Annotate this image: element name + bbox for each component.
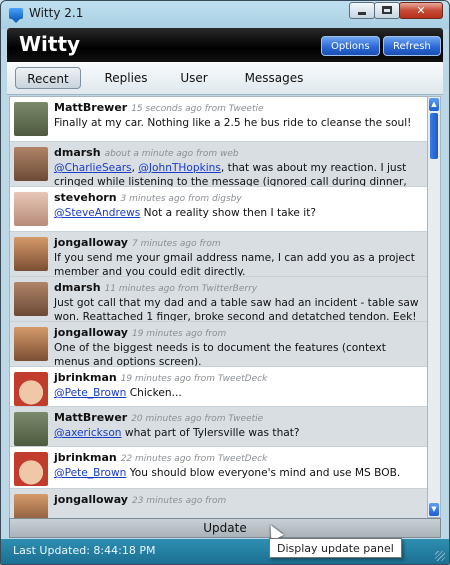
tweet-username[interactable]: jbrinkman (54, 371, 117, 384)
minimize-button[interactable] (349, 2, 375, 19)
avatar[interactable] (14, 327, 48, 361)
avatar[interactable] (14, 282, 48, 316)
resize-grip-icon[interactable] (435, 551, 445, 561)
tweet-scrollbar[interactable]: ▲ ▼ (427, 96, 441, 518)
brand-title: Witty (19, 32, 81, 56)
tweet-meta: 20 minutes ago from Tweetie (131, 414, 264, 424)
tweet-username[interactable]: dmarsh (54, 146, 101, 159)
app-header: Witty Options Refresh (7, 28, 443, 62)
tweet-username[interactable]: jongalloway (54, 493, 128, 506)
minimize-icon (358, 12, 366, 15)
tweet-text: @axerickson what part of Tylersville was… (54, 426, 420, 440)
window-controls: ✕ (349, 2, 443, 19)
tweet-text: @Pete_Brown Chicken... (54, 386, 420, 400)
tweet-text: Just got call that my dad and a table sa… (54, 297, 419, 322)
mention-link[interactable]: @SteveAndrews (54, 207, 140, 219)
tweet-text: If you send me your gmail address name, … (54, 252, 415, 277)
mention-link[interactable]: @Pete_Brown (54, 387, 126, 399)
tweet-body: Not a reality show then I take it? (143, 207, 316, 219)
tweet-text: @Pete_Brown You should blow everyone's m… (54, 466, 420, 480)
scroll-down-button[interactable]: ▼ (429, 503, 439, 516)
tweet-item[interactable]: dmarsh 11 minutes ago from TwitterBerry J… (10, 277, 428, 322)
tweet-username[interactable]: MattBrewer (54, 411, 127, 424)
app-window: Witty 2.1 ✕ Witty Options Refresh Recent… (0, 0, 450, 565)
avatar[interactable] (14, 412, 48, 446)
avatar[interactable] (14, 494, 48, 519)
tab-bar: Recent Replies User Messages (7, 62, 443, 95)
tweet-item[interactable]: jongalloway 23 minutes ago from (10, 489, 428, 519)
scroll-thumb[interactable] (430, 113, 438, 159)
tweet-meta: 19 minutes ago from TweetDeck (120, 374, 268, 384)
tweet-body: You should blow everyone's mind and use … (129, 467, 401, 479)
tweet-body: Chicken... (129, 387, 182, 399)
avatar[interactable] (14, 452, 48, 486)
avatar[interactable] (14, 102, 48, 136)
avatar[interactable] (14, 372, 48, 406)
last-updated-text: Last Updated: 8:44:18 PM (13, 544, 156, 557)
tweet-item[interactable]: jongalloway 19 minutes ago from One of th… (10, 322, 428, 367)
tweet-item[interactable]: jbrinkman 22 minutes ago from TweetDeck @… (10, 447, 428, 489)
tweet-username[interactable]: MattBrewer (54, 101, 127, 114)
tweet-text: @CharlieSears, @JohnTHopkins, that was a… (54, 161, 420, 186)
update-button[interactable]: Update (9, 518, 441, 538)
tweet-text: One of the biggest needs is to document … (54, 342, 386, 367)
tweet-item[interactable]: dmarsh about a minute ago from web @Charl… (10, 142, 428, 187)
tweet-username[interactable]: jbrinkman (54, 451, 117, 464)
tweet-meta: 23 minutes ago from (131, 496, 227, 506)
window-title: Witty 2.1 (29, 6, 84, 20)
tweet-item[interactable]: jbrinkman 19 minutes ago from TweetDeck @… (10, 367, 428, 407)
tweet-text: @SteveAndrews Not a reality show then I … (54, 206, 420, 220)
avatar[interactable] (14, 192, 48, 226)
tab-recent[interactable]: Recent (15, 67, 81, 89)
scroll-up-button[interactable]: ▲ (429, 98, 439, 111)
tweet-item[interactable]: MattBrewer 15 seconds ago from Tweetie Fi… (10, 97, 428, 142)
tweet-meta: 11 minutes ago from TwitterBerry (104, 284, 258, 294)
tweet-meta: 3 minutes ago from digsby (120, 194, 242, 204)
maximize-button[interactable] (374, 2, 400, 19)
close-button[interactable]: ✕ (399, 2, 443, 19)
tab-user[interactable]: User (171, 67, 217, 89)
tweet-username[interactable]: dmarsh (54, 281, 101, 294)
tweet-meta: 19 minutes ago from (131, 329, 227, 339)
close-icon: ✕ (416, 4, 426, 17)
mention-link[interactable]: @CharlieSears (54, 162, 132, 174)
title-bar[interactable]: Witty 2.1 ✕ (1, 1, 449, 27)
tweet-username[interactable]: jongalloway (54, 236, 128, 249)
tweet-meta: 7 minutes ago from (131, 239, 221, 249)
tweet-body: what part of Tylersville was that? (124, 427, 300, 439)
tweet-meta: 15 seconds ago from Tweetie (131, 104, 264, 114)
avatar[interactable] (14, 237, 48, 271)
tweet-meta: 22 minutes ago from TweetDeck (120, 454, 268, 464)
tab-messages[interactable]: Messages (235, 67, 313, 89)
tweet-meta: about a minute ago from web (104, 149, 239, 159)
mention-link[interactable]: @Pete_Brown (54, 467, 126, 479)
avatar[interactable] (14, 147, 48, 181)
mention-link[interactable]: @axerickson (54, 427, 122, 439)
options-button[interactable]: Options (321, 36, 380, 56)
mention-link[interactable]: @JohnTHopkins (138, 162, 221, 174)
tweet-text: Finally at my car. Nothing like a 2.5 he… (54, 117, 412, 129)
update-tooltip: Display update panel (269, 538, 402, 558)
tweet-item[interactable]: jongalloway 7 minutes ago from If you sen… (10, 232, 428, 277)
tab-replies[interactable]: Replies (95, 67, 157, 89)
tweet-list[interactable]: MattBrewer 15 seconds ago from Tweetie Fi… (9, 96, 428, 520)
tweet-username[interactable]: jongalloway (54, 326, 128, 339)
tweet-item[interactable]: stevehorn 3 minutes ago from digsby @Stev… (10, 187, 428, 232)
maximize-icon (382, 6, 392, 14)
tweet-username[interactable]: stevehorn (54, 191, 117, 204)
refresh-button[interactable]: Refresh (383, 36, 441, 56)
tweet-item[interactable]: MattBrewer 20 minutes ago from Tweetie @a… (10, 407, 428, 447)
witty-app-icon (9, 8, 23, 23)
